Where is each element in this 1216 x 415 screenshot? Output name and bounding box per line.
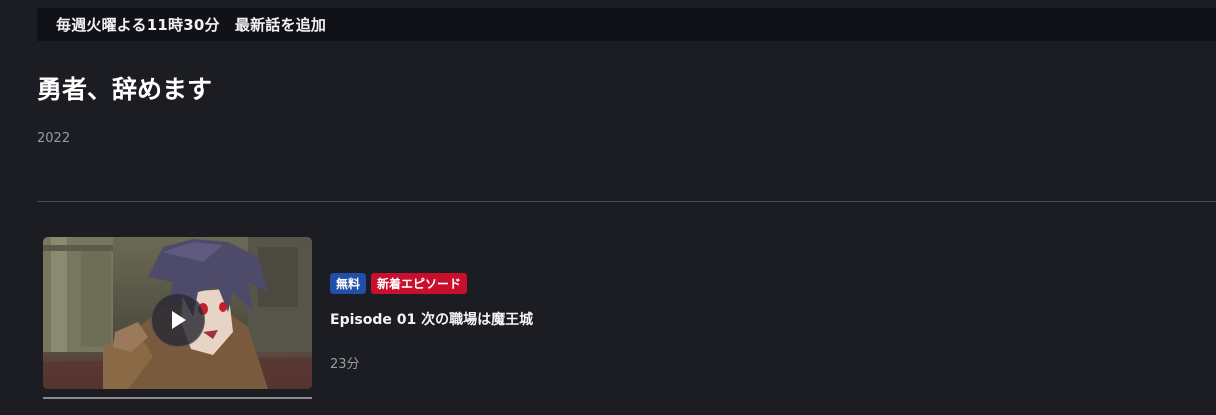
episode-title[interactable]: Episode 01 次の職場は魔王城 xyxy=(330,309,533,329)
section-divider xyxy=(37,201,1216,202)
episode-badges: 無料 新着エピソード xyxy=(330,273,533,295)
episode-thumbnail[interactable] xyxy=(43,237,312,389)
watch-progress-bar xyxy=(43,397,312,399)
notice-text: 毎週火曜よる11時30分 最新話を追加 xyxy=(56,16,327,34)
play-icon xyxy=(172,311,186,329)
free-badge: 無料 xyxy=(330,273,367,294)
play-button[interactable] xyxy=(151,293,205,347)
episode-duration: 23分 xyxy=(330,357,360,372)
release-year: 2022 xyxy=(37,131,71,146)
page-title: 勇者、辞めます xyxy=(37,75,213,104)
episode-list-item[interactable]: 無料 新着エピソード Episode 01 次の職場は魔王城 23分 xyxy=(43,237,1216,402)
new-episode-badge: 新着エピソード xyxy=(371,273,468,294)
notice-banner: 毎週火曜よる11時30分 最新話を追加 xyxy=(37,8,1216,41)
episode-info: 無料 新着エピソード Episode 01 次の職場は魔王城 23分 xyxy=(330,273,533,372)
